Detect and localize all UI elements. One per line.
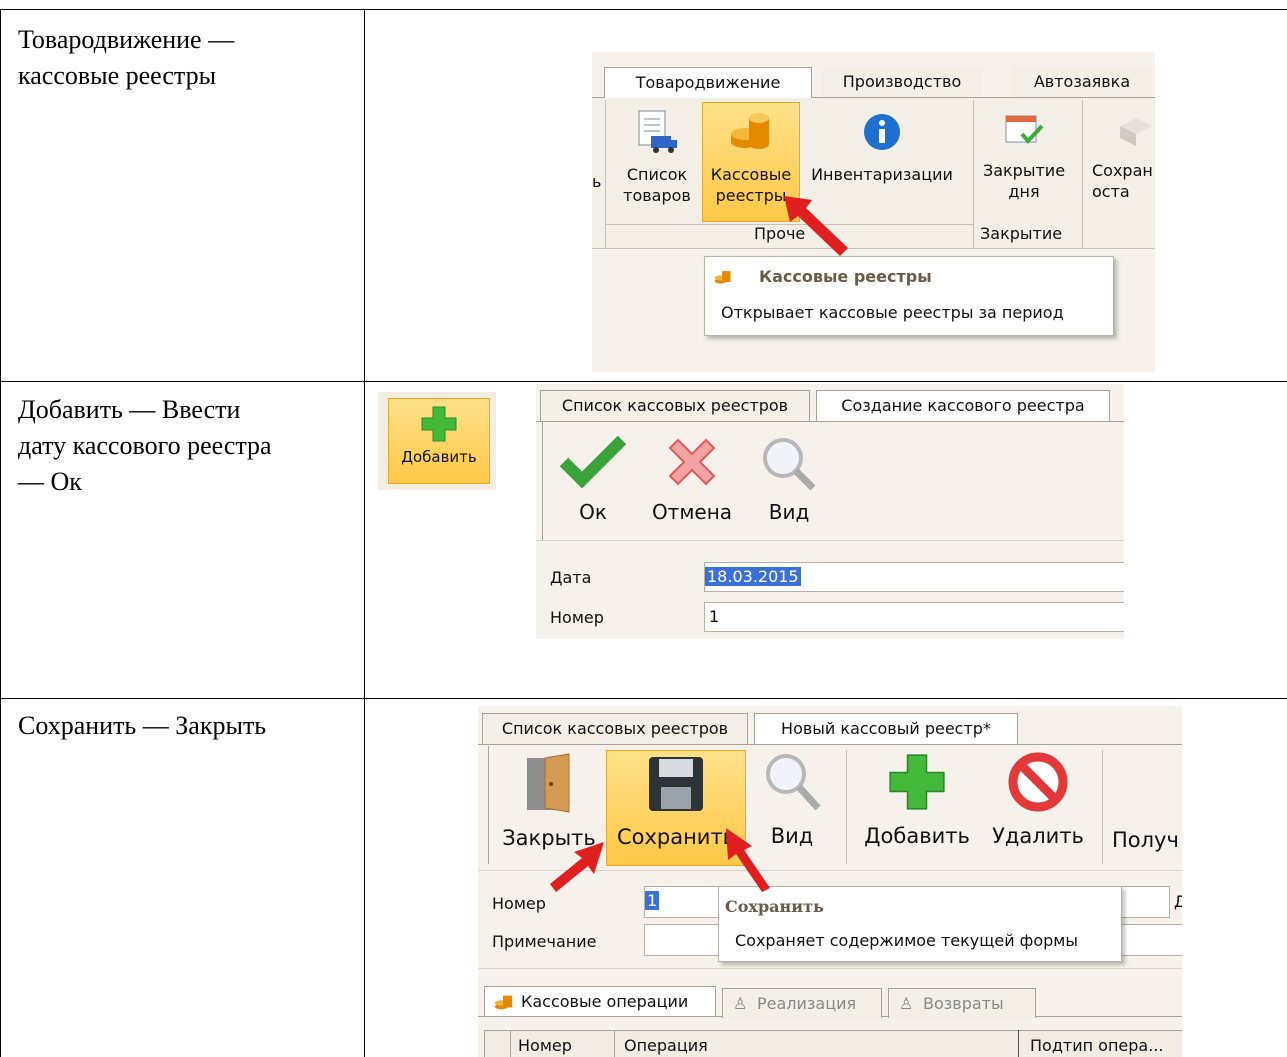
tab-proizvodstvo[interactable]: Производство: [822, 67, 982, 97]
magnifier-icon: [766, 754, 821, 811]
tooltip-text: Открывает кассовые реестры за период: [721, 303, 1064, 322]
tooltip: Сохранить Сохраняет содержимое текущей ф…: [718, 886, 1122, 962]
red-arrow-icon: [726, 828, 770, 892]
cancel-label: Отмена: [651, 500, 733, 524]
tooltip-title: Кассовые реестры: [759, 267, 932, 286]
red-arrow-icon: [784, 196, 848, 256]
prohibit-icon: [1008, 752, 1068, 812]
close-day-button[interactable]: Закрытие дня: [976, 102, 1072, 222]
new-register-screenshot: Список кассовых реестров Новый кассовый …: [478, 706, 1182, 1057]
ok-label: Ок: [579, 500, 607, 524]
plus-icon: [421, 406, 457, 442]
ribbon-fragment: ь: [592, 172, 602, 191]
add-label: Добавить: [864, 824, 970, 848]
table-border: [0, 381, 1287, 382]
table-border: [0, 698, 1287, 699]
door-icon: [527, 753, 570, 813]
checkmark-icon: [559, 435, 627, 488]
delete-button[interactable]: Удалить: [986, 750, 1090, 864]
floppy-disk-icon: [649, 757, 703, 811]
instruction-text: Товародвижение — кассовые реестры: [18, 25, 235, 90]
people-icon: ♙: [899, 994, 914, 1013]
tab-new-register[interactable]: Новый кассовый реестр*: [754, 713, 1018, 744]
add-button[interactable]: Добавить: [388, 398, 490, 484]
delete-label: Удалить: [992, 824, 1084, 848]
add-button-screenshot: Добавить: [378, 392, 496, 490]
add-button-label: Добавить: [401, 448, 477, 466]
column-header[interactable]: Подтип опера...: [1030, 1036, 1163, 1055]
save-remains-button[interactable]: Сохран оста: [1086, 102, 1155, 222]
coins-icon: [731, 113, 769, 149]
number-label: Номер: [492, 894, 546, 913]
subtab-cash-operations[interactable]: Кассовые операции: [484, 986, 716, 1016]
note-label: Примечание: [492, 932, 597, 951]
table-border: [0, 9, 1287, 10]
view-button[interactable]: Вид: [754, 434, 824, 534]
number-value: 1: [645, 891, 660, 910]
ok-button[interactable]: Ок: [552, 434, 634, 534]
tab-create-register[interactable]: Создание кассового реестра: [816, 390, 1110, 421]
product-list-label: Список товаров: [623, 165, 691, 205]
receive-button[interactable]: Получ: [1112, 830, 1182, 851]
save-remains-label: Сохран оста: [1092, 161, 1153, 201]
tooltip-text: Сохраняет содержимое текущей формы: [735, 931, 1078, 950]
red-arrow-icon: [550, 842, 604, 892]
subtab-returns[interactable]: ♙ Возвраты: [888, 988, 1036, 1018]
people-icon: ♙: [733, 994, 748, 1013]
subtab-sales-label: Реализация: [757, 994, 857, 1013]
number-field[interactable]: 1: [704, 602, 1124, 632]
table-border: [0, 9, 1, 1057]
inventory-label: Инвентаризации: [811, 165, 953, 184]
add-button[interactable]: Добавить: [856, 750, 978, 864]
tooltip-title: Сохранить: [725, 897, 824, 916]
column-header[interactable]: Операция: [624, 1036, 708, 1055]
instruction-text: Сохранить — Закрыть: [18, 711, 267, 740]
number-label: Номер: [550, 608, 604, 627]
coins-icon: [494, 995, 513, 1010]
column-header[interactable]: Номер: [518, 1036, 572, 1055]
close-day-label: Закрытие дня: [982, 161, 1066, 201]
ribbon-screenshot: Товародвижение Производство Автозаявка ь…: [592, 52, 1155, 372]
magnifier-icon: [763, 438, 816, 491]
box-icon: [1120, 118, 1152, 146]
tooltip: Кассовые реестры Открывает кассовые реес…: [704, 256, 1114, 336]
subtab-sales[interactable]: ♙ Реализация: [722, 988, 882, 1018]
create-register-screenshot: Список кассовых реестров Создание кассов…: [536, 384, 1124, 639]
plus-icon: [889, 754, 945, 810]
cut-label: Д: [1174, 892, 1182, 911]
date-value: 18.03.2015: [705, 567, 801, 586]
coins-icon: [714, 271, 731, 284]
subtab-cash-operations-label: Кассовые операции: [521, 992, 689, 1011]
cancel-button[interactable]: Отмена: [644, 434, 740, 534]
calendar-check-icon: [1005, 115, 1044, 144]
instruction-text: Добавить — Ввести дату кассового реестра…: [18, 395, 272, 496]
tab-register-list[interactable]: Список кассовых реестров: [540, 390, 810, 421]
info-icon: [864, 114, 900, 150]
table-border: [364, 9, 365, 1057]
subtab-returns-label: Возвраты: [923, 994, 1004, 1013]
date-label: Дата: [550, 568, 592, 587]
cross-icon: [668, 438, 716, 486]
view-label: Вид: [768, 500, 810, 524]
document-truck-icon: [638, 110, 677, 153]
date-field[interactable]: 18.03.2015: [704, 562, 1124, 592]
product-list-button[interactable]: Список товаров: [612, 102, 702, 222]
group-label-closing: Закрытие: [980, 224, 1063, 243]
tab-register-list[interactable]: Список кассовых реестров: [482, 713, 748, 744]
tab-tovarodvizhenie[interactable]: Товародвижение: [604, 67, 812, 98]
tab-avtozayavka[interactable]: Автозаявка: [1012, 67, 1152, 97]
